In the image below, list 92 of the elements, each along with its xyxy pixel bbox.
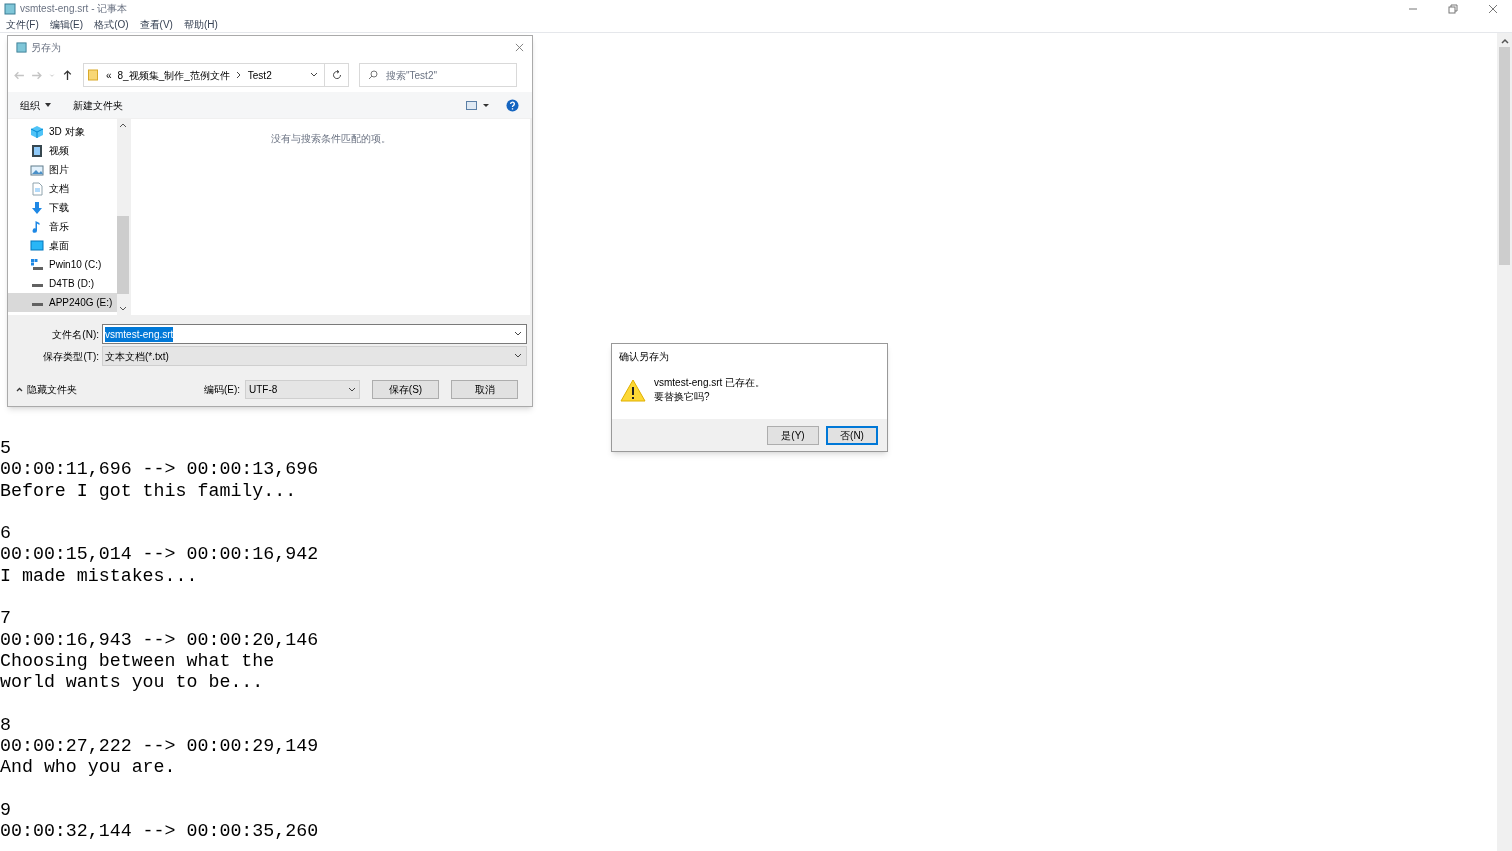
scrollbar[interactable] [1497, 33, 1512, 851]
view-options-icon[interactable] [466, 100, 490, 110]
filename-field[interactable]: vsmtest-eng.srt [102, 324, 527, 344]
tree-item[interactable]: 下载 [8, 198, 117, 217]
drive-icon [30, 257, 44, 272]
folder-icon [88, 69, 98, 81]
dialog-title: 另存为 [31, 40, 61, 55]
search-field[interactable]: 搜索"Test2" [359, 63, 517, 87]
tree-item[interactable]: 音乐 [8, 217, 117, 236]
drive-icon [31, 284, 43, 287]
restore-icon[interactable] [1448, 3, 1458, 14]
up-arrow-icon[interactable] [62, 69, 73, 81]
window-title: vsmtest-eng.srt - 记事本 [20, 2, 128, 16]
menu-item[interactable]: 文件(F) [6, 17, 39, 32]
text-line: I made mistakes... [0, 565, 198, 588]
scroll-up-icon[interactable] [119, 122, 127, 128]
text-line: 00:00:15,014 --> 00:00:16,942 [0, 544, 319, 566]
field-label: 文件名(N): [51, 327, 100, 342]
search-icon [368, 70, 378, 80]
field-label: 编码(E): [203, 383, 240, 397]
text-line: 6 [0, 523, 11, 545]
menu-item[interactable]: 查看(V) [139, 17, 173, 32]
address-bar[interactable]: « 8_视频集_制作_范例文件 Test2 [83, 63, 349, 87]
film-icon [30, 143, 44, 158]
encoding-dropdown[interactable]: UTF-8 [245, 380, 360, 399]
text-line: 5 [0, 438, 11, 460]
close-icon[interactable] [515, 42, 524, 52]
text-line: 00:00:32,144 --> 00:00:35,260 [0, 821, 319, 843]
tree-item[interactable]: APP240G (E:) [8, 293, 117, 312]
notepad-icon [16, 41, 27, 53]
dropdown-icon[interactable] [514, 353, 522, 359]
tree-item[interactable]: D4TB (D:) [8, 274, 117, 293]
field-label: 保存类型(T): [42, 349, 100, 364]
breadcrumb-item[interactable]: Test2 [247, 67, 272, 83]
dropdown-icon[interactable] [348, 386, 356, 393]
text-line: 7 [0, 608, 11, 630]
field-value: UTF-8 [249, 383, 278, 397]
overflow-chevron[interactable]: « [106, 67, 112, 83]
picture-icon [30, 162, 44, 177]
tree-item[interactable]: Pwin10 (C:) [8, 255, 117, 274]
empty-message: 没有与搜索条件匹配的项。 [270, 132, 391, 146]
dialog-button[interactable]: 否(N) [826, 425, 878, 445]
caret-icon [45, 103, 51, 107]
tree-item[interactable]: 图片 [8, 160, 117, 179]
tree-item[interactable]: 桌面 [8, 236, 117, 255]
drive-icon [31, 303, 43, 306]
close-icon[interactable] [1488, 3, 1498, 14]
scroll-thumb[interactable] [117, 216, 129, 294]
dialog-title: 确认另存为 [619, 350, 670, 364]
document-icon [30, 181, 44, 196]
tree-item[interactable]: 视频 [8, 141, 117, 160]
dropdown-icon[interactable] [310, 72, 318, 78]
hide-folders-toggle[interactable]: 隐藏文件夹 [16, 382, 77, 397]
field-value: vsmtest-eng.srt [105, 326, 174, 342]
filetype-dropdown[interactable]: 文本文档(*.txt) [102, 346, 527, 366]
text-line: world wants you to be... [0, 672, 264, 694]
toolbar-button[interactable]: 新建文件夹 [73, 97, 123, 113]
warning-icon [620, 378, 646, 402]
text-line: 00:00:16,943 --> 00:00:20,146 [0, 629, 319, 651]
cube-icon [30, 124, 44, 139]
tree-item[interactable]: 3D 对象 [8, 122, 117, 141]
chevron-right-icon [235, 71, 242, 79]
breadcrumb-item[interactable]: 8_视频集_制作_范例文件 [117, 67, 230, 83]
desktop-icon [30, 238, 44, 253]
field-value: 文本文档(*.txt) [105, 349, 169, 364]
text-line: And who you are. [0, 757, 176, 779]
dialog-button[interactable]: 取消 [451, 380, 518, 399]
menu-item[interactable]: 格式(O) [94, 17, 129, 32]
menu-item[interactable]: 帮助(H) [183, 17, 218, 32]
scroll-up-icon[interactable] [1500, 37, 1509, 45]
message-text: vsmtest-eng.srt 已存在。 [654, 376, 766, 390]
dialog-button[interactable]: 保存(S) [372, 380, 439, 399]
chevron-up-icon [16, 387, 23, 392]
refresh-icon[interactable] [331, 70, 342, 80]
tree-item[interactable]: 文档 [8, 179, 117, 198]
text-line: 00:00:27,222 --> 00:00:29,149 [0, 736, 319, 758]
menu-item[interactable]: 编辑(E) [49, 17, 84, 32]
down-arrow-icon [30, 200, 44, 215]
text-line: 00:00:11,696 --> 00:00:13,696 [0, 459, 319, 481]
dialog-button[interactable]: 是(Y) [767, 425, 819, 445]
scroll-thumb[interactable] [1499, 47, 1510, 265]
scroll-down-icon[interactable] [119, 306, 127, 312]
dropdown-icon[interactable] [514, 331, 522, 337]
text-line: 9 [0, 800, 11, 822]
help-icon[interactable] [506, 98, 519, 112]
toolbar-button[interactable]: 组织 [20, 97, 51, 113]
scrollbar[interactable] [117, 119, 129, 315]
notepad-icon [4, 2, 16, 15]
text-line: Before I got this family... [0, 480, 297, 502]
message-text: 要替换它吗? [654, 390, 711, 404]
text-line: Choosing between what the [0, 650, 275, 673]
text-line: 8 [0, 714, 11, 737]
